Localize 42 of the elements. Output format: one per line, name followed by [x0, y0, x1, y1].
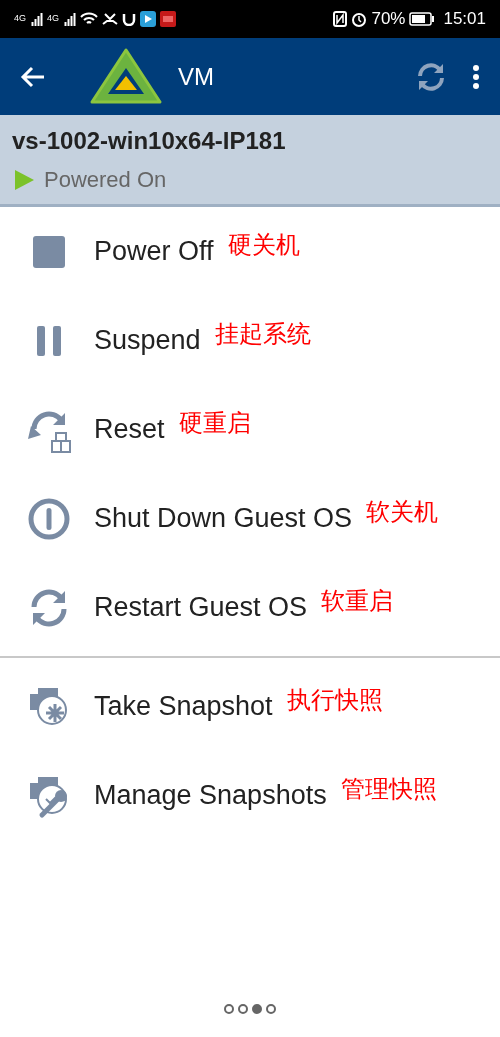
- notification-icon: [122, 12, 137, 26]
- menu-item-label: Reset: [94, 413, 165, 447]
- clock: 15:01: [443, 8, 486, 31]
- battery-icon: [409, 12, 436, 26]
- menu-item-label: Power Off: [94, 235, 214, 269]
- annotation: 硬关机: [227, 229, 300, 260]
- menu-item-label: Restart Guest OS: [94, 591, 308, 625]
- menu-item[interactable]: Suspend 挂起系统: [0, 296, 500, 385]
- menu-item-label: Suspend: [94, 324, 201, 358]
- annotation: 软关机: [366, 496, 439, 527]
- annotation: 软重启: [321, 585, 394, 616]
- menu-item[interactable]: Manage Snapshots 管理快照: [0, 751, 500, 840]
- menu-item-label: Shut Down Guest OS: [94, 502, 353, 536]
- wifi-icon: [80, 12, 99, 26]
- menu-item[interactable]: Shut Down Guest OS 软关机: [0, 474, 500, 563]
- more-icon: [472, 63, 480, 90]
- alarm-icon: [351, 11, 368, 27]
- back-button[interactable]: [20, 64, 46, 89]
- annotation: 执行快照: [286, 684, 383, 715]
- annotation: 管理快照: [340, 773, 437, 804]
- network-type-label: 4G: [47, 12, 60, 26]
- annotation: 硬重启: [178, 407, 251, 438]
- video-app-icon: [140, 11, 157, 27]
- news-app-icon: [160, 11, 177, 27]
- power-state: Powered On: [44, 166, 167, 194]
- menu-item-label: Manage Snapshots: [94, 779, 327, 813]
- more-menu-button[interactable]: [472, 63, 480, 90]
- signal-icon: [31, 12, 43, 26]
- app-title: VM: [178, 61, 214, 92]
- menu-item[interactable]: Power Off 硬关机: [0, 207, 500, 296]
- menu-item-label: Take Snapshot: [94, 690, 273, 724]
- back-arrow-icon: [20, 66, 46, 89]
- menu-item[interactable]: Restart Guest OS 软重启: [0, 563, 500, 652]
- battery-percent: 70%: [371, 8, 406, 31]
- logo-icon: [90, 47, 162, 106]
- menu-item[interactable]: Reset 硬重启: [0, 385, 500, 474]
- vm-name: vs-1002-win10x64-IP181: [12, 126, 287, 156]
- nfc-icon: [333, 11, 348, 27]
- signal-icon: [64, 12, 77, 26]
- annotation: 挂起系统: [214, 318, 311, 349]
- menu-item[interactable]: Take Snapshot 执行快照: [0, 662, 500, 751]
- network-type-label: 4G: [14, 12, 26, 26]
